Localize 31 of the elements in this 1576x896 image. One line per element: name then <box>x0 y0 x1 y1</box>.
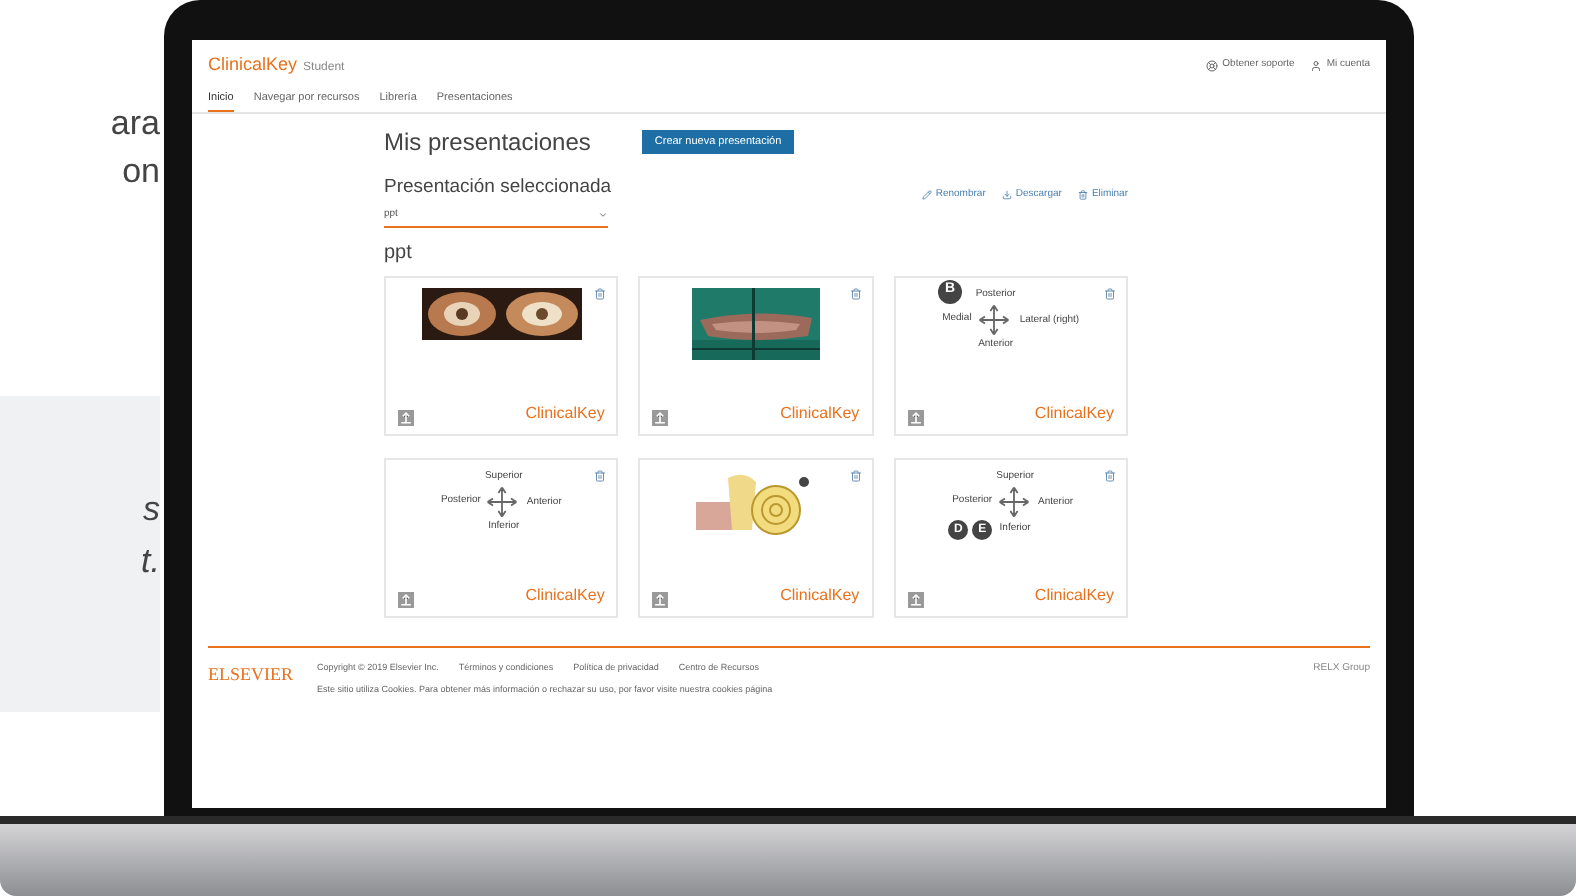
lifebuoy-icon <box>1206 59 1219 72</box>
brand-logo: ClinicalKey <box>525 583 605 607</box>
brand-logo: ClinicalKey <box>1034 401 1114 425</box>
section-heading: ppt <box>384 239 414 267</box>
trash-icon[interactable] <box>849 287 862 299</box>
trash-icon[interactable] <box>594 469 607 481</box>
text-line: ara <box>110 102 160 146</box>
slide-card[interactable]: ClinicalKey <box>638 275 874 435</box>
section-label: Presentación seleccionada <box>384 173 612 202</box>
trash-icon[interactable] <box>849 469 862 481</box>
slide-card[interactable]: ClinicalKey <box>638 457 874 617</box>
download-icon <box>1001 190 1012 201</box>
chevron-icon <box>598 210 608 221</box>
trash-icon <box>1077 190 1088 201</box>
trash-icon[interactable] <box>1104 287 1116 299</box>
elsevier-logo: ELSEVIER <box>208 661 293 687</box>
brand-logo: ClinicalKey <box>525 401 605 425</box>
trash-icon[interactable] <box>594 287 607 299</box>
text-line: s <box>143 488 160 532</box>
pencil-icon <box>921 190 932 201</box>
text-line: on <box>122 150 160 194</box>
text-line: t. <box>141 540 160 584</box>
brand-logo: ClinicalKey <box>780 401 860 425</box>
brand-logo: ClinicalKey <box>780 583 860 607</box>
brand-logo: ClinicalKey <box>1034 583 1114 607</box>
cross-arrows-icon <box>996 484 1033 520</box>
cross-arrows-icon <box>484 484 521 520</box>
user-icon <box>1310 59 1323 72</box>
trash-icon[interactable] <box>1104 469 1116 481</box>
page-title: Mis presentaciones <box>384 125 591 160</box>
cross-arrows-icon <box>975 302 1012 338</box>
